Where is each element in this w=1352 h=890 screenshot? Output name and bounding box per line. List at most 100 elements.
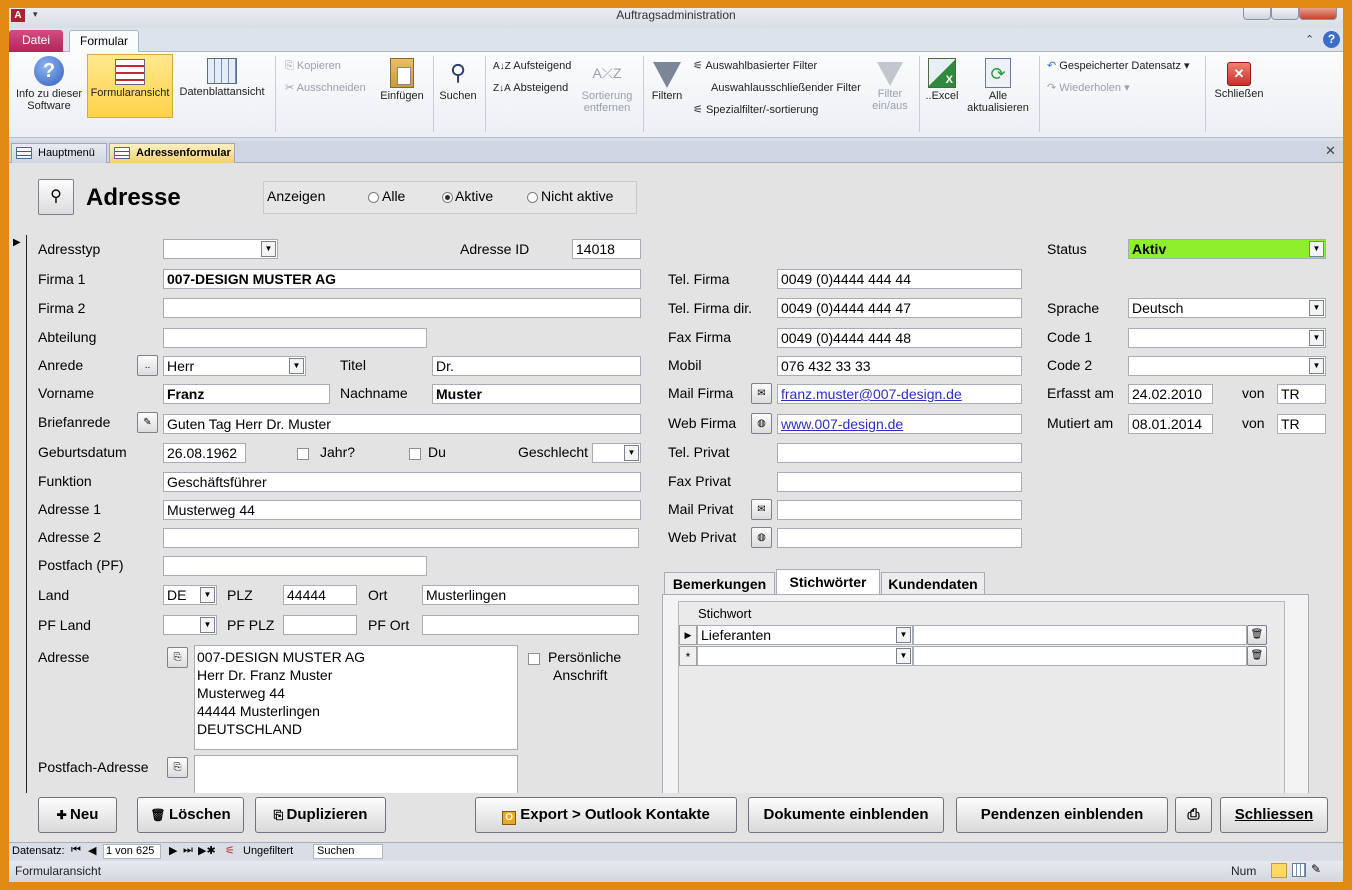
mail-firma-field[interactable]: franz.muster@007-design.de	[777, 384, 1022, 404]
land-combo[interactable]: DE ▼	[163, 585, 217, 605]
web-firma-button[interactable]: ◍	[751, 413, 772, 434]
datasheet-view-status-icon[interactable]	[1292, 863, 1306, 877]
filter-status[interactable]: Ungefiltert	[243, 845, 293, 857]
prev-record-icon[interactable]: ◀	[88, 844, 96, 857]
search-form-button[interactable]: ⚲	[38, 179, 74, 215]
maximize-button[interactable]	[1271, 8, 1299, 20]
funktion-field[interactable]: Geschäftsführer	[163, 472, 641, 492]
mobil-field[interactable]: 076 432 33 33	[777, 356, 1022, 376]
tel-firma-field[interactable]: 0049 (0)4444 444 44	[777, 269, 1022, 289]
chevron-down-icon[interactable]: ▼	[1309, 358, 1324, 374]
mail-privat-field[interactable]	[777, 500, 1022, 520]
adresse-copy-button[interactable]: ⎘	[167, 647, 188, 668]
dokumente-button[interactable]: Dokumente einblenden	[748, 797, 944, 833]
minimize-button[interactable]	[1243, 8, 1271, 20]
aufsteigend-button[interactable]: A↓Z Aufsteigend	[493, 60, 571, 73]
pf-plz-field[interactable]	[283, 615, 357, 635]
code1-combo[interactable]: ▼	[1128, 328, 1326, 348]
loeschen-button[interactable]: 🗑 Löschen	[137, 797, 244, 833]
chevron-down-icon[interactable]: ▼	[896, 648, 911, 664]
spezialfilter-button[interactable]: ⚟ Spezialfilter/-sortierung	[693, 104, 818, 116]
postfach-adresse-field[interactable]	[194, 755, 518, 795]
new-record-icon[interactable]: ▶✱	[198, 844, 216, 857]
du-checkbox[interactable]	[409, 448, 421, 460]
doc-tab-hauptmenue[interactable]: Hauptmenü	[11, 143, 107, 163]
next-record-icon[interactable]: ▶	[169, 844, 177, 857]
jahr-checkbox[interactable]	[297, 448, 309, 460]
wiederholen-button[interactable]: ↷ Wiederholen ▾	[1047, 82, 1130, 94]
fax-privat-field[interactable]	[777, 472, 1022, 492]
chevron-down-icon[interactable]: ▼	[624, 445, 639, 461]
erfasst-field[interactable]: 24.02.2010	[1128, 384, 1213, 404]
auswahlausschl-button[interactable]: Auswahlausschließender Filter	[711, 82, 861, 94]
briefanrede-field[interactable]: Guten Tag Herr Dr. Muster	[163, 414, 641, 434]
form-view-status-icon[interactable]	[1271, 863, 1287, 878]
nachname-field[interactable]: Muster	[432, 384, 641, 404]
datenblattansicht-button[interactable]: Datenblattansicht	[173, 58, 271, 98]
firma1-field[interactable]: 007-DESIGN MUSTER AG	[163, 269, 641, 289]
alle-aktualisieren-button[interactable]: ⟳ Alle aktualisieren	[963, 58, 1033, 114]
auswahlbasiert-button[interactable]: ⚟ Auswahlbasierter Filter	[693, 60, 817, 72]
tab-datei[interactable]: Datei	[9, 30, 63, 52]
doc-tab-adressenformular[interactable]: Adressenformular	[109, 143, 235, 163]
chevron-down-icon[interactable]: ▼	[289, 358, 304, 374]
abteilung-field[interactable]	[163, 328, 427, 348]
mutiert-field[interactable]: 08.01.2014	[1128, 414, 1213, 434]
schliessen-ribbon-button[interactable]: ✕ Schließen	[1209, 58, 1269, 100]
row-selector[interactable]: ▶	[679, 625, 697, 645]
subtab-kundendaten[interactable]: Kundendaten	[881, 572, 985, 594]
sprache-combo[interactable]: Deutsch ▼	[1128, 298, 1326, 318]
mail-privat-button[interactable]: ✉	[751, 499, 772, 520]
absteigend-button[interactable]: Z↓A Absteigend	[493, 82, 568, 95]
postfach-field[interactable]	[163, 556, 427, 576]
briefanrede-edit-button[interactable]: ✎	[137, 412, 158, 433]
formularansicht-button[interactable]: Formularansicht	[87, 54, 173, 118]
close-window-button[interactable]	[1299, 8, 1337, 20]
filtern-button[interactable]: Filtern	[645, 58, 689, 102]
web-privat-button[interactable]: ◍	[751, 527, 772, 548]
einfuegen-button[interactable]: Einfügen	[377, 58, 427, 102]
filter-einaus-button[interactable]: Filter ein/aus	[865, 58, 915, 112]
subtab-bemerkungen[interactable]: Bemerkungen	[664, 572, 775, 594]
stichwort-combo[interactable]: Lieferanten ▼	[697, 625, 913, 645]
adresstyp-combo[interactable]: ▼	[163, 239, 278, 259]
chevron-down-icon[interactable]: ▼	[200, 617, 215, 633]
titel-field[interactable]: Dr.	[432, 356, 641, 376]
record-counter[interactable]: 1 von 625	[103, 844, 161, 859]
adresse2-field[interactable]	[163, 528, 639, 548]
new-row-selector[interactable]: *	[679, 646, 697, 666]
anrede-combo[interactable]: Herr ▼	[163, 356, 306, 376]
vorname-field[interactable]: Franz	[163, 384, 330, 404]
tab-formular[interactable]: Formular	[69, 30, 139, 52]
tel-firma-dir-field[interactable]: 0049 (0)4444 444 47	[777, 298, 1022, 318]
help-icon[interactable]: ?	[1323, 31, 1340, 48]
design-view-status-icon[interactable]: ✎	[1311, 862, 1321, 876]
postfach-copy-button[interactable]: ⎘	[167, 757, 188, 778]
last-record-icon[interactable]: ⏭	[183, 844, 193, 857]
first-record-icon[interactable]: ⏮	[71, 844, 81, 857]
subtab-stichwoerter[interactable]: Stichwörter	[776, 569, 880, 595]
excel-button[interactable]: X ..Excel	[921, 58, 963, 102]
suchen-button[interactable]: ⚲ Suchen	[435, 58, 481, 102]
anrede-picker-button[interactable]: ..	[137, 355, 158, 376]
delete-new-row-button[interactable]: 🗑	[1247, 646, 1267, 666]
chevron-down-icon[interactable]: ▼	[1309, 330, 1324, 346]
close-doc-icon[interactable]: ✕	[1325, 143, 1336, 159]
adresse-block-field[interactable]: 007-DESIGN MUSTER AG Herr Dr. Franz Must…	[194, 645, 518, 750]
erfasst-von-field[interactable]: TR	[1277, 384, 1326, 404]
radio-aktive[interactable]	[442, 192, 453, 203]
record-selector[interactable]: ▶	[9, 235, 27, 795]
chevron-down-icon[interactable]: ▼	[896, 627, 911, 643]
mutiert-von-field[interactable]: TR	[1277, 414, 1326, 434]
delete-row-button[interactable]: 🗑	[1247, 625, 1267, 645]
ort-field[interactable]: Musterlingen	[422, 585, 639, 605]
chevron-down-icon[interactable]: ▼	[261, 241, 276, 257]
mail-firma-button[interactable]: ✉	[751, 383, 772, 404]
ribbon-minimize-icon[interactable]: ⌃	[1305, 33, 1314, 46]
radio-alle[interactable]	[368, 192, 379, 203]
filter-off-icon[interactable]: ⚟	[225, 844, 235, 857]
fax-firma-field[interactable]: 0049 (0)4444 444 48	[777, 328, 1022, 348]
ausschneiden-button[interactable]: ✂ Ausschneiden	[285, 82, 366, 94]
code2-combo[interactable]: ▼	[1128, 356, 1326, 376]
radio-nicht-aktive[interactable]	[527, 192, 538, 203]
